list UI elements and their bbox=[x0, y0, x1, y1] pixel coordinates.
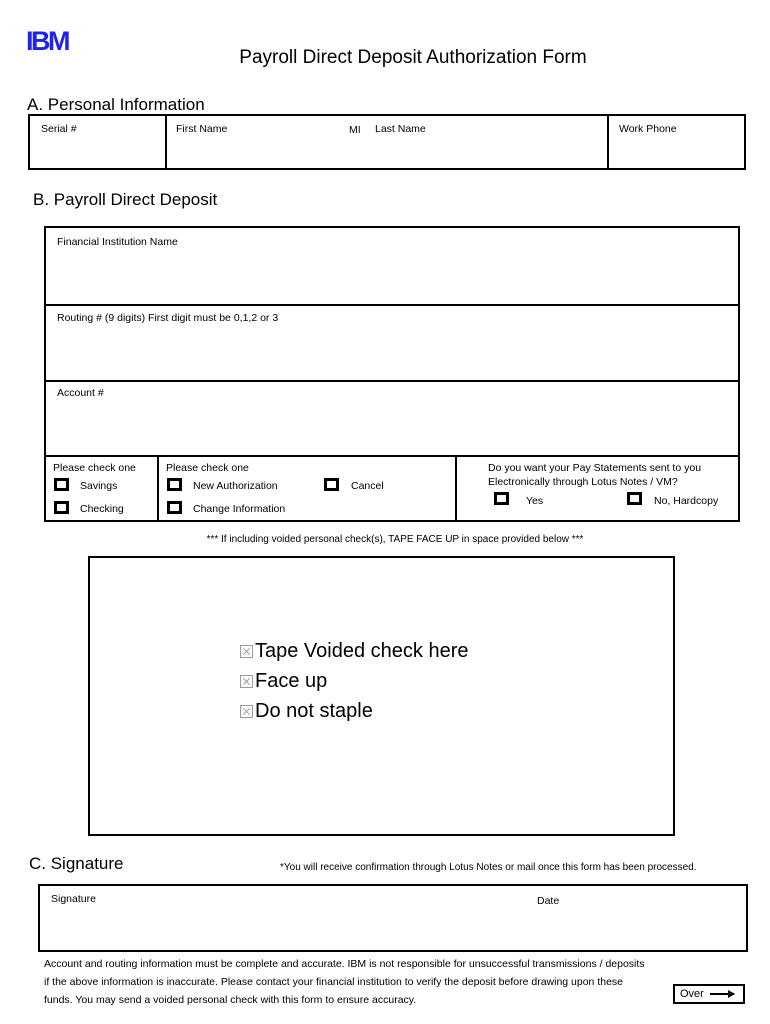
disclaimer-line-2: if the above information is inaccurate. … bbox=[44, 976, 624, 988]
list-item: Face up bbox=[240, 666, 469, 696]
disclaimer-line-3: funds. You may send a voided personal ch… bbox=[44, 994, 417, 1006]
right-arrow-icon bbox=[709, 990, 735, 998]
action-type-prompt: Please check one bbox=[166, 462, 249, 474]
first-name-label: First Name bbox=[176, 123, 228, 135]
checkbox-new-authorization[interactable] bbox=[167, 478, 182, 491]
table-b-divider-1 bbox=[46, 304, 738, 306]
broken-image-icon bbox=[240, 704, 253, 718]
payroll-direct-deposit-form-page: IBM Payroll Direct Deposit Authorization… bbox=[0, 0, 770, 1024]
date-label: Date bbox=[537, 895, 560, 907]
checkbox-no-hardcopy-label: No, Hardcopy bbox=[654, 495, 719, 507]
section-b-heading: B. Payroll Direct Deposit bbox=[33, 190, 218, 209]
tape-instruction-note: *** If including voided personal check(s… bbox=[206, 534, 584, 545]
signature-label: Signature bbox=[51, 893, 96, 905]
personal-information-table: Serial # First Name MI Last Name Work Ph… bbox=[28, 114, 746, 170]
date-input[interactable] bbox=[534, 908, 744, 950]
payroll-direct-deposit-table: Financial Institution Name Routing # (9 … bbox=[44, 226, 740, 522]
table-b-divider-4 bbox=[157, 455, 159, 520]
table-b-divider-2 bbox=[46, 380, 738, 382]
signature-confirmation-note: *You will receive confirmation through L… bbox=[280, 862, 697, 873]
tape-instruction-2: Face up bbox=[255, 670, 328, 692]
signature-table: Signature Date bbox=[38, 884, 748, 952]
account-number-input[interactable] bbox=[48, 403, 736, 453]
financial-institution-input[interactable] bbox=[48, 252, 736, 302]
voided-check-tape-area[interactable]: Tape Voided check here Face up Do not st… bbox=[88, 556, 675, 836]
routing-number-label: Routing # (9 digits) First digit must be… bbox=[57, 312, 279, 324]
table-a-divider-2 bbox=[607, 116, 609, 168]
checkbox-savings[interactable] bbox=[54, 478, 69, 491]
account-number-label: Account # bbox=[57, 387, 104, 399]
checkbox-new-authorization-label: New Authorization bbox=[193, 480, 278, 492]
disclaimer-text: Account and routing information must be … bbox=[44, 955, 724, 1009]
checkbox-change-information[interactable] bbox=[167, 501, 182, 514]
pay-statements-prompt-line2: Electronically through Lotus Notes / VM? bbox=[488, 476, 678, 488]
work-phone-input[interactable] bbox=[611, 138, 742, 166]
serial-number-input[interactable] bbox=[32, 138, 163, 166]
checkbox-change-information-label: Change Information bbox=[193, 503, 286, 515]
middle-initial-input[interactable] bbox=[343, 138, 371, 166]
section-a-heading: A. Personal Information bbox=[27, 95, 205, 114]
tape-instruction-3: Do not staple bbox=[255, 700, 373, 722]
last-name-input[interactable] bbox=[373, 138, 605, 166]
tape-instruction-1: Tape Voided check here bbox=[255, 640, 469, 662]
over-page-indicator: Over bbox=[673, 984, 745, 1004]
signature-input[interactable] bbox=[42, 908, 532, 950]
pay-statements-prompt-line1: Do you want your Pay Statements sent to … bbox=[488, 462, 702, 474]
account-type-prompt: Please check one bbox=[53, 462, 136, 474]
first-name-input[interactable] bbox=[169, 138, 341, 166]
checkbox-cancel-label: Cancel bbox=[351, 480, 384, 492]
table-b-divider-5 bbox=[455, 455, 457, 520]
checkbox-cancel[interactable] bbox=[324, 478, 339, 491]
middle-initial-label: MI bbox=[349, 124, 361, 136]
list-item: Do not staple bbox=[240, 696, 469, 726]
checkbox-no-hardcopy[interactable] bbox=[627, 492, 642, 505]
checkbox-checking-label: Checking bbox=[80, 503, 124, 515]
table-b-divider-3 bbox=[46, 455, 738, 457]
checkbox-savings-label: Savings bbox=[80, 480, 118, 492]
checkbox-yes-electronic-label: Yes bbox=[526, 495, 544, 507]
table-a-divider-1 bbox=[165, 116, 167, 168]
financial-institution-label: Financial Institution Name bbox=[57, 236, 178, 248]
broken-image-icon bbox=[240, 644, 253, 658]
over-label: Over bbox=[680, 987, 704, 1000]
checkbox-checking[interactable] bbox=[54, 501, 69, 514]
section-c-heading: C. Signature bbox=[29, 854, 124, 873]
last-name-label: Last Name bbox=[375, 123, 426, 135]
routing-number-input[interactable] bbox=[48, 328, 736, 378]
page-title: Payroll Direct Deposit Authorization For… bbox=[239, 47, 587, 68]
disclaimer-line-1: Account and routing information must be … bbox=[44, 958, 645, 970]
tape-instructions-list: Tape Voided check here Face up Do not st… bbox=[240, 636, 469, 726]
broken-image-icon bbox=[240, 674, 253, 688]
checkbox-yes-electronic[interactable] bbox=[494, 492, 509, 505]
serial-number-label: Serial # bbox=[41, 123, 77, 135]
list-item: Tape Voided check here bbox=[240, 636, 469, 666]
work-phone-label: Work Phone bbox=[619, 123, 677, 135]
